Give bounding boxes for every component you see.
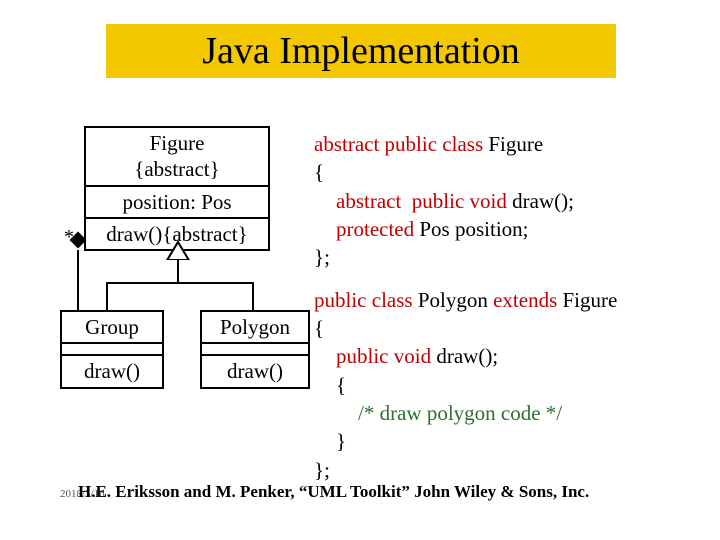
code-line: abstract public class Figure xyxy=(314,130,714,158)
code-line: abstract public void draw(); xyxy=(314,187,714,215)
uml-class-name: Figure {abstract} xyxy=(86,128,268,187)
code-line: public class Polygon extends Figure xyxy=(314,286,714,314)
slide-title-bar: Java Implementation xyxy=(106,24,616,78)
code-line: { xyxy=(314,158,714,186)
code-line: protected Pos position; xyxy=(314,215,714,243)
uml-attr-empty xyxy=(202,344,308,356)
uml-attr: position: Pos xyxy=(86,187,268,219)
inheritance-arrowhead-icon xyxy=(166,240,190,260)
code-line: }; xyxy=(314,243,714,271)
code-line: } xyxy=(314,427,714,455)
code-line: public void draw(); xyxy=(314,342,714,370)
uml-class-polygon: Polygon draw() xyxy=(200,310,310,389)
code-line: }; xyxy=(314,456,714,484)
uml-op: draw() xyxy=(202,356,308,386)
connector-line xyxy=(252,282,254,310)
uml-class-name: Group xyxy=(62,312,162,344)
uml-attr-empty xyxy=(62,344,162,356)
code-line: { xyxy=(314,371,714,399)
connector-line xyxy=(177,260,179,284)
uml-class-name: Polygon xyxy=(202,312,308,344)
slide-title: Java Implementation xyxy=(202,29,520,73)
uml-class-figure: Figure {abstract} position: Pos draw(){a… xyxy=(84,126,270,251)
code-line: /* draw polygon code */ xyxy=(314,399,714,427)
code-line: { xyxy=(314,314,714,342)
code-block: abstract public class Figure { abstract … xyxy=(314,130,714,484)
uml-diagram: Figure {abstract} position: Pos draw(){a… xyxy=(60,126,320,446)
connector-line xyxy=(106,282,108,310)
connector-line xyxy=(106,282,254,284)
footer-citation: H.E. Eriksson and M. Penker, “UML Toolki… xyxy=(78,482,589,502)
uml-op: draw() xyxy=(62,356,162,386)
uml-class-group: Group draw() xyxy=(60,310,164,389)
